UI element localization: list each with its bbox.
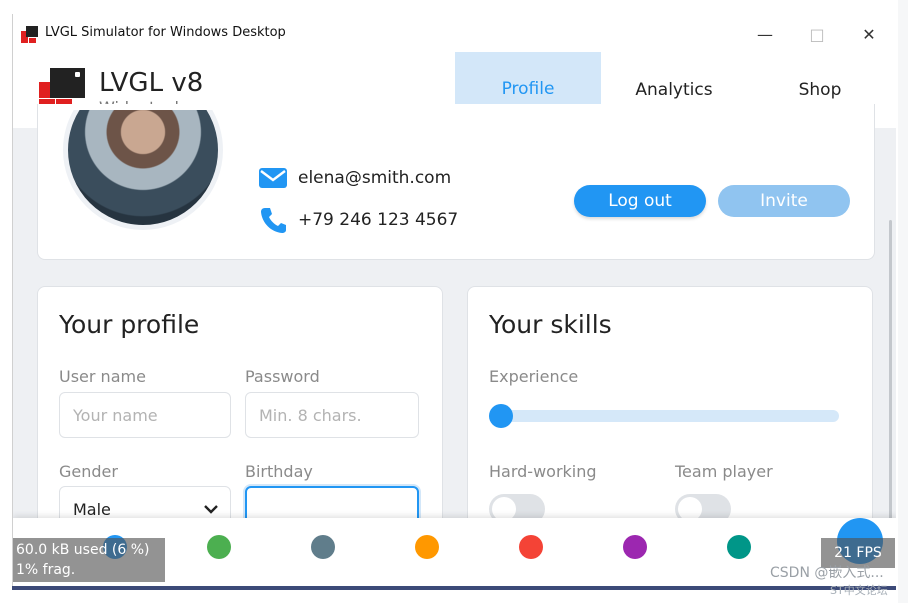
avatar — [63, 110, 223, 234]
simulator-window: LVGL Simulator for Windows Desktop — □ ✕… — [12, 14, 896, 586]
your-profile-title: Your profile — [59, 310, 200, 339]
your-skills-title: Your skills — [489, 310, 612, 339]
maximize-button[interactable]: □ — [797, 20, 837, 48]
gender-label: Gender — [59, 462, 118, 481]
memory-monitor: 60.0 kB used (6 %) 1% frag. — [13, 538, 165, 582]
screenshot-frame: LVGL Simulator for Windows Desktop — □ ✕… — [0, 0, 908, 603]
teamplayer-label: Team player — [675, 462, 773, 481]
username-input[interactable]: Your name — [59, 392, 231, 438]
scrollbar[interactable] — [889, 220, 892, 520]
color-dot-red[interactable] — [519, 535, 543, 559]
experience-slider-knob[interactable] — [489, 404, 513, 428]
color-dot-green[interactable] — [207, 535, 231, 559]
avatar-photo — [63, 110, 223, 230]
phone-icon — [261, 208, 286, 233]
desktop-right-edge — [898, 0, 908, 603]
color-dot-purple[interactable] — [623, 535, 647, 559]
password-input[interactable]: Min. 8 chars. — [245, 392, 419, 438]
minimize-button[interactable]: — — [745, 20, 785, 48]
lvgl-app-icon — [21, 26, 38, 43]
invite-button[interactable]: Invite — [718, 185, 850, 217]
experience-label: Experience — [489, 367, 579, 386]
birthday-label: Birthday — [245, 462, 313, 481]
color-dot-teal[interactable] — [727, 535, 751, 559]
username-label: User name — [59, 367, 146, 386]
hardworking-label: Hard-working — [489, 462, 597, 481]
watermark-subtext: ST中文论坛 — [830, 584, 888, 597]
window-bottom-edge — [12, 586, 896, 590]
memory-frag-text: 1% frag. — [16, 562, 76, 578]
gender-selected-value: Male — [73, 499, 111, 519]
logout-button[interactable]: Log out — [574, 185, 706, 217]
color-dot-blue-grey[interactable] — [311, 535, 335, 559]
memory-used-text: 60.0 kB used (6 %) — [16, 542, 150, 558]
title-bar: LVGL Simulator for Windows Desktop — □ ✕ — [13, 14, 896, 52]
experience-slider[interactable] — [501, 410, 839, 422]
color-dot-orange[interactable] — [415, 535, 439, 559]
watermark-text: CSDN @嵌入式... — [770, 565, 884, 581]
phone-text: +79 246 123 4567 — [298, 210, 459, 230]
password-label: Password — [245, 367, 320, 386]
chevron-down-icon — [204, 505, 218, 514]
envelope-icon — [259, 168, 287, 188]
email-text: elena@smith.com — [298, 168, 452, 188]
close-button[interactable]: ✕ — [849, 20, 889, 48]
window-title: LVGL Simulator for Windows Desktop — [45, 25, 286, 40]
brand-title: LVGL v8 — [99, 68, 204, 98]
